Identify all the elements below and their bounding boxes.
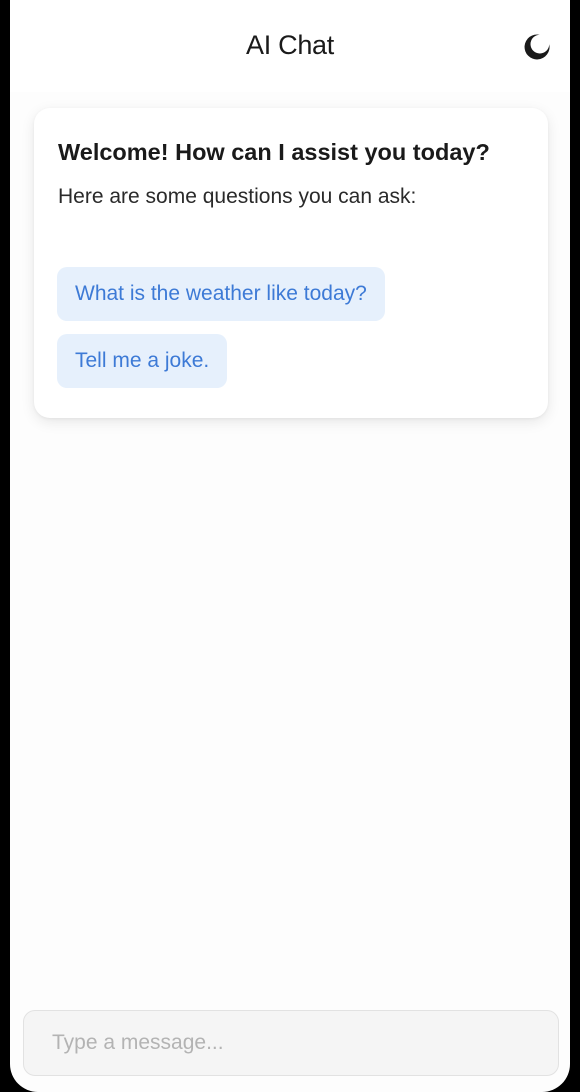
message-composer [23, 1010, 559, 1076]
message-input[interactable] [24, 1011, 558, 1075]
welcome-card: Welcome! How can I assist you today? Her… [34, 108, 548, 418]
chat-screen: AI Chat Welcome! How can I assist you to… [10, 0, 570, 1092]
welcome-heading: Welcome! How can I assist you today? [58, 139, 490, 165]
app-header: AI Chat [10, 0, 570, 92]
moon-icon [524, 34, 550, 60]
suggestions-subtitle: Here are some questions you can ask: [58, 185, 417, 208]
page-title: AI Chat [246, 30, 334, 60]
suggestion-weather[interactable]: What is the weather like today? [57, 267, 385, 321]
suggestion-joke[interactable]: Tell me a joke. [57, 334, 228, 388]
theme-toggle-button[interactable] [522, 32, 552, 62]
